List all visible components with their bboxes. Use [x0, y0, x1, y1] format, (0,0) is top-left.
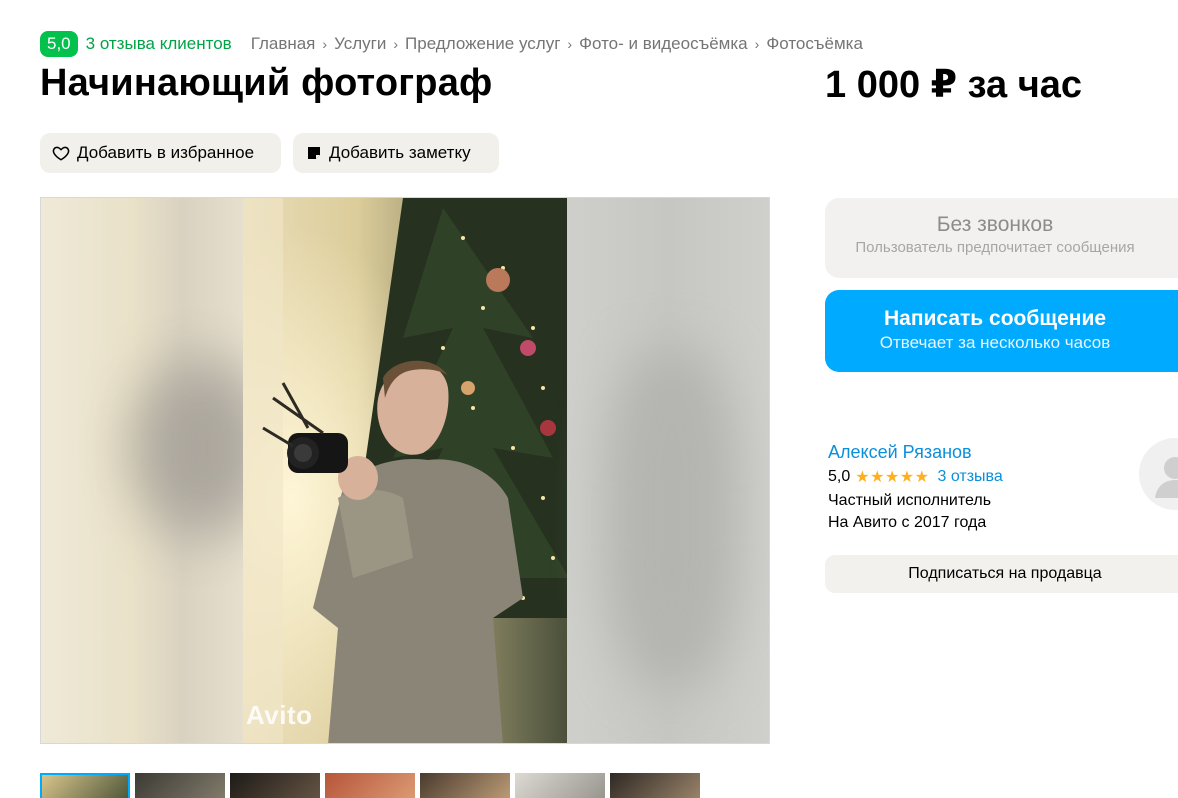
add-note-button[interactable]: Добавить заметку: [293, 133, 499, 173]
page-title: Начинающий фотограф: [40, 62, 493, 104]
heart-icon: [52, 146, 70, 161]
add-to-favorites-label: Добавить в избранное: [77, 143, 255, 162]
note-icon: [308, 147, 320, 159]
breadcrumb-item-home[interactable]: Главная: [251, 34, 316, 54]
chevron-right-icon: ›: [754, 35, 760, 52]
star-rating-icon: ★★★★★: [855, 469, 930, 486]
breadcrumb-item-photography[interactable]: Фотосъёмка: [766, 34, 863, 54]
reviews-link[interactable]: 3 отзыва клиентов: [86, 34, 232, 54]
seller-rating: 5,0 ★★★★★ 3 отзыва: [828, 467, 1003, 487]
thumbnail-6[interactable]: [515, 773, 605, 798]
rating-badge: 5,0: [40, 30, 78, 57]
write-message-button[interactable]: Написать сообщение Отвечает за несколько…: [825, 290, 1178, 372]
no-calls-subtitle: Пользователь предпочитает сообщения: [855, 239, 1135, 256]
breadcrumb-item-offers[interactable]: Предложение услуг: [405, 34, 560, 54]
seller-type: Частный исполнитель: [828, 492, 992, 509]
write-message-title: Написать сообщение: [883, 307, 1107, 330]
thumbnail-4[interactable]: [325, 773, 415, 798]
gallery-blur-left: [41, 198, 271, 743]
thumbnail-strip: [40, 773, 700, 798]
chevron-right-icon: ›: [322, 35, 328, 52]
no-calls-title: Без звонков: [936, 213, 1054, 236]
seller-reviews-link[interactable]: 3 отзыва: [937, 468, 1002, 486]
breadcrumb-item-photo-video[interactable]: Фото- и видеосъёмка: [579, 34, 748, 54]
thumbnail-3[interactable]: [230, 773, 320, 798]
write-message-subtitle: Отвечает за несколько часов: [879, 333, 1111, 352]
user-placeholder-icon: [1155, 457, 1178, 498]
gallery-blur-right: [567, 198, 769, 743]
seller-since: На Авито с 2017 года: [828, 514, 987, 531]
avatar[interactable]: [1139, 438, 1178, 510]
thumbnail-7[interactable]: [610, 773, 700, 798]
no-calls-panel: Без звонков Пользователь предпочитает со…: [825, 198, 1178, 278]
subscribe-seller-button[interactable]: Подписаться на продавца: [825, 555, 1178, 593]
top-row: 5,0 3 отзыва клиентов Главная › Услуги ›…: [40, 30, 863, 57]
photographer-photo: [243, 198, 569, 743]
add-note-label: Добавить заметку: [329, 143, 471, 162]
thumbnail-1[interactable]: [40, 773, 130, 798]
chevron-right-icon: ›: [393, 35, 399, 52]
add-to-favorites-button[interactable]: Добавить в избранное: [40, 133, 281, 173]
breadcrumb: Главная › Услуги › Предложение услуг › Ф…: [251, 34, 863, 54]
seller-name-link[interactable]: Алексей Рязанов: [828, 442, 972, 463]
thumbnail-5[interactable]: [420, 773, 510, 798]
avito-watermark: Avito: [246, 700, 313, 730]
photo-gallery[interactable]: Avito: [40, 197, 770, 744]
price: 1 000 ₽ за час: [825, 64, 1083, 106]
breadcrumb-item-services[interactable]: Услуги: [334, 34, 386, 54]
thumbnail-2[interactable]: [135, 773, 225, 798]
chevron-right-icon: ›: [567, 35, 573, 52]
main-photo[interactable]: [243, 198, 569, 743]
seller-rating-value: 5,0: [828, 468, 851, 485]
